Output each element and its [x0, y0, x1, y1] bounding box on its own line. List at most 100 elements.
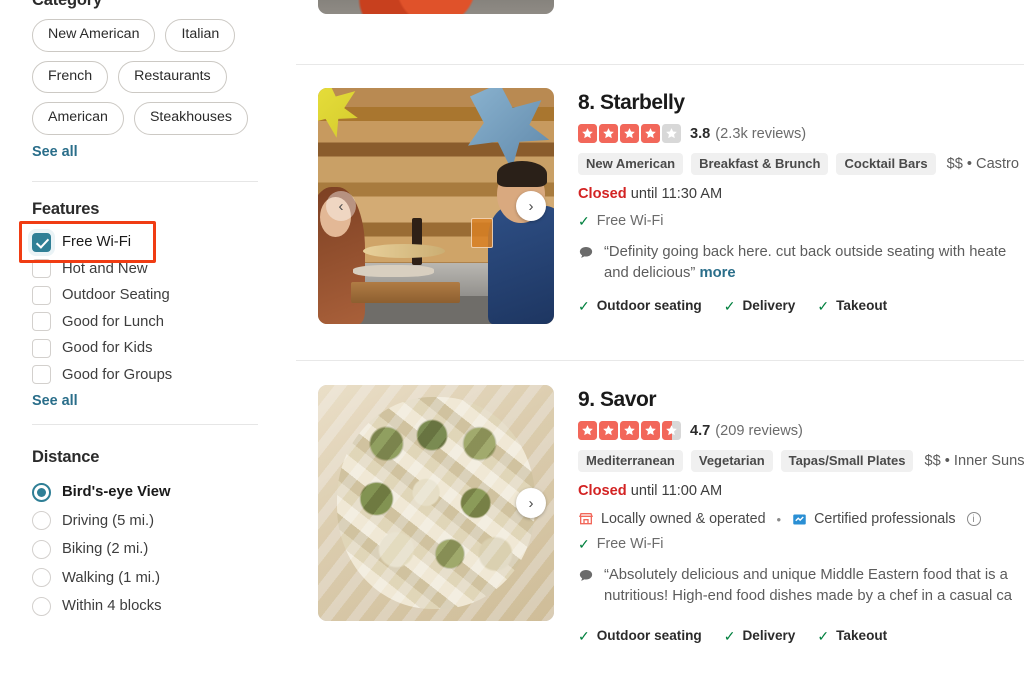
starbelly-more-link[interactable]: more	[699, 265, 735, 281]
category-pill-steakhouses[interactable]: Steakhouses	[133, 102, 248, 135]
star-icon	[599, 124, 618, 144]
savor-attributes-row: ✓ Outdoor seating ✓ Delivery ✓ Takeout	[578, 628, 1024, 643]
good-for-kids-checkbox-icon[interactable]	[32, 338, 51, 358]
starbelly-business-name[interactable]: 8. Starbelly	[578, 90, 1024, 115]
category-pill-french[interactable]: French	[32, 60, 109, 94]
savor-review-quote: “Absolutely delicious and unique Middle …	[604, 567, 1012, 605]
category-heading: Category	[32, 0, 102, 9]
distance-option-biking[interactable]: Biking (2 mi.)	[32, 535, 262, 564]
savor-status: Closed	[578, 483, 627, 500]
category-pill-new-american[interactable]: New American	[32, 19, 156, 52]
savor-photo[interactable]: ›	[318, 385, 554, 621]
biking-radio-icon[interactable]	[32, 539, 51, 559]
savor-review-count: (209 reviews)	[715, 422, 803, 439]
star-icon	[578, 124, 597, 144]
sidebar-divider-2	[32, 424, 258, 425]
listing-divider-2	[296, 360, 1024, 361]
feature-checkbox-good-for-groups[interactable]: Good for Groups	[32, 362, 262, 389]
savor-rating-value: 4.7	[690, 422, 711, 439]
feature-checkbox-good-for-kids[interactable]: Good for Kids	[32, 335, 262, 362]
carousel-next-button-starbelly[interactable]: ›	[516, 191, 546, 221]
check-icon: ✓	[578, 297, 590, 314]
check-icon: ✓	[578, 536, 590, 553]
starbelly-status-detail: until 11:30 AM	[630, 186, 723, 203]
star-icon	[599, 421, 618, 441]
distance-option-within-4-blocks[interactable]: Within 4 blocks	[32, 592, 262, 621]
distance-label-birds-eye-view: Bird's-eye View	[62, 484, 171, 501]
feature-label-good-for-groups: Good for Groups	[62, 366, 173, 383]
savor-star-rating	[578, 421, 681, 441]
check-icon: ✓	[817, 297, 830, 314]
distance-option-driving[interactable]: Driving (5 mi.)	[32, 507, 262, 536]
tag-breakfast-brunch[interactable]: Breakfast & Brunch	[691, 153, 829, 176]
walking-radio-icon[interactable]	[32, 568, 51, 588]
distance-heading: Distance	[32, 448, 100, 466]
filters-sidebar: Category New American Italian French Res…	[0, 0, 282, 689]
savor-rating-row: 4.7 (209 reviews)	[578, 421, 1024, 441]
tag-new-american[interactable]: New American	[578, 153, 684, 176]
starbelly-thumbnail-wrapper[interactable]: ‹ ›	[318, 88, 554, 324]
category-pill-italian[interactable]: Italian	[165, 19, 236, 52]
starbelly-feature-free-wifi: ✓ Free Wi-Fi	[578, 213, 1024, 229]
sidebar-divider-1	[32, 181, 258, 182]
tag-vegetarian[interactable]: Vegetarian	[690, 450, 773, 473]
attribute-takeout: ✓ Takeout	[817, 298, 887, 313]
distance-option-birds-eye-view[interactable]: Bird's-eye View	[32, 478, 262, 507]
good-for-lunch-checkbox-icon[interactable]	[32, 312, 51, 332]
listing-card-savor: › 9. Savor 4.7 (209 reviews) Mediterrane…	[296, 385, 1024, 643]
feature-checkbox-hot-and-new[interactable]: Hot and New	[32, 256, 262, 283]
starbelly-rating-row: 3.8 (2.3k reviews)	[578, 124, 1024, 144]
feature-label-outdoor-seating: Outdoor Seating	[62, 287, 170, 304]
savor-price-location: $$ • Inner Sunse	[924, 453, 1024, 470]
quote-body: “Definity going back here. cut back outs…	[604, 244, 1007, 282]
starbelly-status: Closed	[578, 186, 627, 203]
listing-thumbnail-wrapper[interactable]	[318, 0, 554, 14]
page-root: Category New American Italian French Res…	[0, 0, 1024, 689]
within-4-blocks-radio-icon[interactable]	[32, 596, 51, 616]
savor-review-quote-row: “Absolutely delicious and unique Middle …	[578, 565, 1024, 607]
tag-tapas-small-plates[interactable]: Tapas/Small Plates	[780, 450, 914, 473]
badge-certified-professionals: Certified professionals	[814, 511, 956, 528]
starbelly-review-quote-row: “Definity going back here. cut back outs…	[578, 242, 1024, 284]
free-wifi-checkbox-icon[interactable]	[32, 232, 51, 252]
feature-label-free-wifi: Free Wi-Fi	[62, 234, 132, 251]
feature-checkbox-good-for-lunch[interactable]: Good for Lunch	[32, 309, 262, 336]
savor-status-detail: until 11:00 AM	[630, 483, 723, 500]
savor-tags-row: Mediterranean Vegetarian Tapas/Small Pla…	[578, 450, 1024, 473]
feature-checkbox-free-wifi[interactable]: Free Wi-Fi	[32, 229, 262, 256]
category-pill-american[interactable]: American	[32, 102, 124, 135]
star-icon	[641, 124, 660, 144]
distance-option-walking[interactable]: Walking (1 mi.)	[32, 564, 262, 593]
listing-info-partial: ✕ Outdoor seating ✓ Delivery ✓ Takeout	[554, 0, 1024, 14]
info-icon[interactable]: i	[966, 512, 981, 527]
feature-checkbox-outdoor-seating[interactable]: Outdoor Seating	[32, 282, 262, 309]
speech-bubble-icon	[578, 245, 594, 284]
distance-label-biking: Biking (2 mi.)	[62, 541, 149, 558]
carousel-next-button-savor[interactable]: ›	[516, 488, 546, 518]
listing-card-partial-top: ✕ Outdoor seating ✓ Delivery ✓ Takeout	[296, 0, 1024, 14]
carousel-prev-button-starbelly[interactable]: ‹	[326, 191, 356, 221]
good-for-groups-checkbox-icon[interactable]	[32, 365, 51, 385]
star-icon	[662, 124, 681, 144]
attribute-outdoor-seating: ✓ Outdoor seating	[578, 628, 702, 643]
birds-eye-view-radio-icon[interactable]	[32, 482, 51, 502]
tag-mediterranean[interactable]: Mediterranean	[578, 450, 683, 473]
check-icon: ✓	[578, 627, 590, 644]
listing-photo-partial[interactable]	[318, 0, 554, 14]
savor-business-name[interactable]: 9. Savor	[578, 387, 1024, 412]
check-icon: ✓	[578, 213, 590, 230]
category-pill-restaurants[interactable]: Restaurants	[118, 60, 227, 94]
outdoor-seating-checkbox-icon[interactable]	[32, 285, 51, 305]
category-pill-list: New American Italian French Restaurants …	[32, 19, 258, 135]
starbelly-price-location: $$ • Castro	[946, 156, 1020, 173]
features-see-all-link[interactable]: See all	[32, 393, 78, 409]
savor-thumbnail-wrapper[interactable]: ›	[318, 385, 554, 621]
attribute-label: Takeout	[836, 298, 888, 314]
hot-and-new-checkbox-icon[interactable]	[32, 259, 51, 279]
starbelly-photo[interactable]: ‹ ›	[318, 88, 554, 324]
savor-info: 9. Savor 4.7 (209 reviews) Mediterranean…	[554, 385, 1024, 643]
driving-radio-icon[interactable]	[32, 511, 51, 531]
listing-card-starbelly: ‹ › 8. Starbelly 3.8 (2.3k reviews) New …	[296, 88, 1024, 324]
category-see-all-link[interactable]: See all	[32, 144, 78, 160]
tag-cocktail-bars[interactable]: Cocktail Bars	[836, 153, 936, 176]
